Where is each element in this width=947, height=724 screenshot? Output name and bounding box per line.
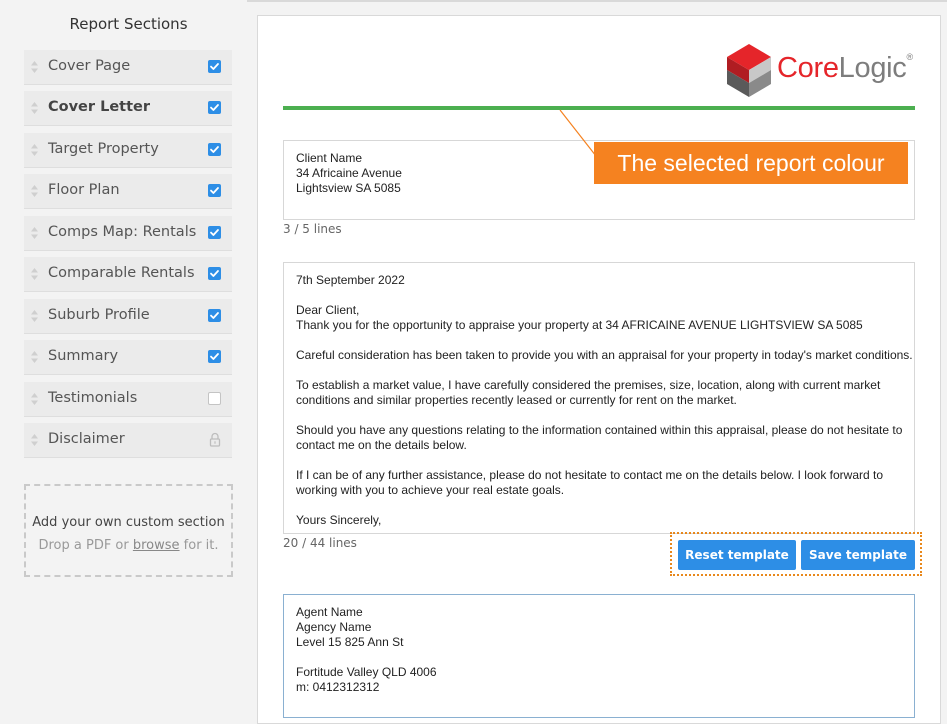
text-line: If I can be of any further assistance, p…: [296, 468, 884, 482]
checkbox-unchecked[interactable]: [208, 392, 221, 405]
section-label: Suburb Profile: [48, 307, 150, 323]
section-label: Testimonials: [48, 390, 138, 406]
custom-section-prefix: Drop a PDF or: [38, 538, 133, 553]
text-line: contact me on the details below.: [296, 438, 467, 452]
corelogic-logo: CoreLogic®: [725, 41, 915, 99]
logo-text-logic: Logic: [838, 52, 907, 84]
letter-line-counter: 20 / 44 lines: [283, 536, 357, 550]
text-line: Level 15 825 Ann St: [296, 635, 404, 649]
section-item-floor-plan[interactable]: Floor Plan: [24, 174, 232, 209]
section-item-disclaimer[interactable]: Disclaimer: [24, 423, 232, 458]
drag-handle-icon[interactable]: [31, 310, 38, 322]
section-item-cover-page[interactable]: Cover Page: [24, 50, 232, 85]
text-line: Should you have any questions relating t…: [296, 423, 903, 437]
corelogic-wordmark: CoreLogic®: [777, 52, 913, 85]
reset-template-button[interactable]: Reset template: [678, 540, 796, 570]
corelogic-cube-icon: [727, 44, 771, 97]
custom-section-dropzone[interactable]: Add your own custom section Drop a PDF o…: [24, 484, 233, 577]
drag-handle-icon[interactable]: [31, 393, 38, 405]
text-line: conditions and similar properties recent…: [296, 393, 737, 407]
text-line: Agency Name: [296, 620, 372, 634]
report-colour-bar: [283, 106, 915, 110]
text-line: [296, 288, 902, 303]
checkbox-checked[interactable]: [208, 101, 221, 114]
custom-section-title: Add your own custom section: [32, 515, 225, 530]
section-item-comps-map-rentals[interactable]: Comps Map: Rentals: [24, 216, 232, 251]
text-line: [296, 333, 902, 348]
agent-lines: Agent Name Agency Name Level 15 825 Ann St…: [296, 605, 902, 695]
drag-handle-icon[interactable]: [31, 102, 38, 114]
custom-section-hint: Drop a PDF or browse for it.: [26, 538, 231, 553]
section-item-summary[interactable]: Summary: [24, 340, 232, 375]
checkbox-checked[interactable]: [208, 350, 221, 363]
section-label: Comparable Rentals: [48, 265, 195, 281]
text-line: Dear Client,: [296, 303, 360, 317]
section-label: Target Property: [48, 141, 159, 157]
letter-lines: 7th September 2022 Dear Client, Thank you …: [296, 273, 913, 528]
checkbox-checked[interactable]: [208, 267, 221, 280]
text-line: [296, 453, 902, 468]
checkbox-checked[interactable]: [208, 143, 221, 156]
drag-handle-icon[interactable]: [31, 434, 38, 446]
checkbox-checked[interactable]: [208, 309, 221, 322]
checkbox-checked[interactable]: [208, 60, 221, 73]
custom-section-suffix: for it.: [179, 538, 219, 553]
checkbox-checked[interactable]: [208, 226, 221, 239]
logo-registered-mark: ®: [906, 52, 914, 62]
text-line: Careful consideration has been taken to …: [296, 348, 913, 362]
report-preview-panel: CoreLogic® Client Name 34 Africaine Avenu…: [257, 15, 941, 724]
section-item-target-property[interactable]: Target Property: [24, 133, 232, 168]
text-line: Fortitude Valley QLD 4006: [296, 665, 437, 679]
save-template-button[interactable]: Save template: [801, 540, 915, 570]
drag-handle-icon[interactable]: [31, 268, 38, 280]
section-label: Summary: [48, 348, 119, 364]
drag-handle-icon[interactable]: [31, 185, 38, 197]
section-label: Floor Plan: [48, 182, 120, 198]
drag-handle-icon[interactable]: [31, 227, 38, 239]
checkbox-checked[interactable]: [208, 184, 221, 197]
text-line: working with you to achieve your real es…: [296, 483, 565, 497]
section-label: Disclaimer: [48, 431, 125, 447]
text-line: 7th September 2022: [296, 273, 405, 287]
drag-handle-icon[interactable]: [31, 144, 38, 156]
section-label: Comps Map: Rentals: [48, 224, 197, 240]
browse-link[interactable]: browse: [133, 538, 180, 553]
text-line: Agent Name: [296, 605, 363, 619]
section-item-testimonials[interactable]: Testimonials: [24, 382, 232, 417]
text-line: [296, 363, 902, 378]
logo-text-core: Core: [777, 52, 839, 84]
section-label: Cover Page: [48, 58, 131, 74]
drag-handle-icon[interactable]: [31, 351, 38, 363]
section-item-comparable-rentals[interactable]: Comparable Rentals: [24, 257, 232, 292]
drag-handle-icon[interactable]: [31, 61, 38, 73]
app: Report Sections Cover Page Cover Letter Ta…: [0, 0, 947, 724]
text-line: m: 0412312312: [296, 680, 380, 694]
report-colour-callout: The selected report colour: [594, 142, 908, 184]
text-line: Yours Sincerely,: [296, 513, 382, 527]
text-line: [296, 498, 902, 513]
lock-icon: [209, 432, 221, 447]
text-line: To establish a market value, I have care…: [296, 378, 881, 392]
text-line: Thank you for the opportunity to apprais…: [296, 318, 863, 332]
text-line: [296, 408, 902, 423]
report-sections-sidebar: Report Sections Cover Page Cover Letter Ta…: [0, 0, 247, 724]
text-line: [296, 650, 902, 665]
section-item-cover-letter[interactable]: Cover Letter: [24, 91, 232, 126]
section-label: Cover Letter: [48, 99, 151, 115]
client-line-counter: 3 / 5 lines: [283, 222, 342, 236]
section-item-suburb-profile[interactable]: Suburb Profile: [24, 299, 232, 334]
agent-details-textbox[interactable]: Agent Name Agency Name Level 15 825 Ann St…: [283, 594, 915, 718]
cover-letter-textbox[interactable]: 7th September 2022 Dear Client, Thank you …: [283, 262, 915, 534]
sidebar-title: Report Sections: [69, 15, 188, 33]
